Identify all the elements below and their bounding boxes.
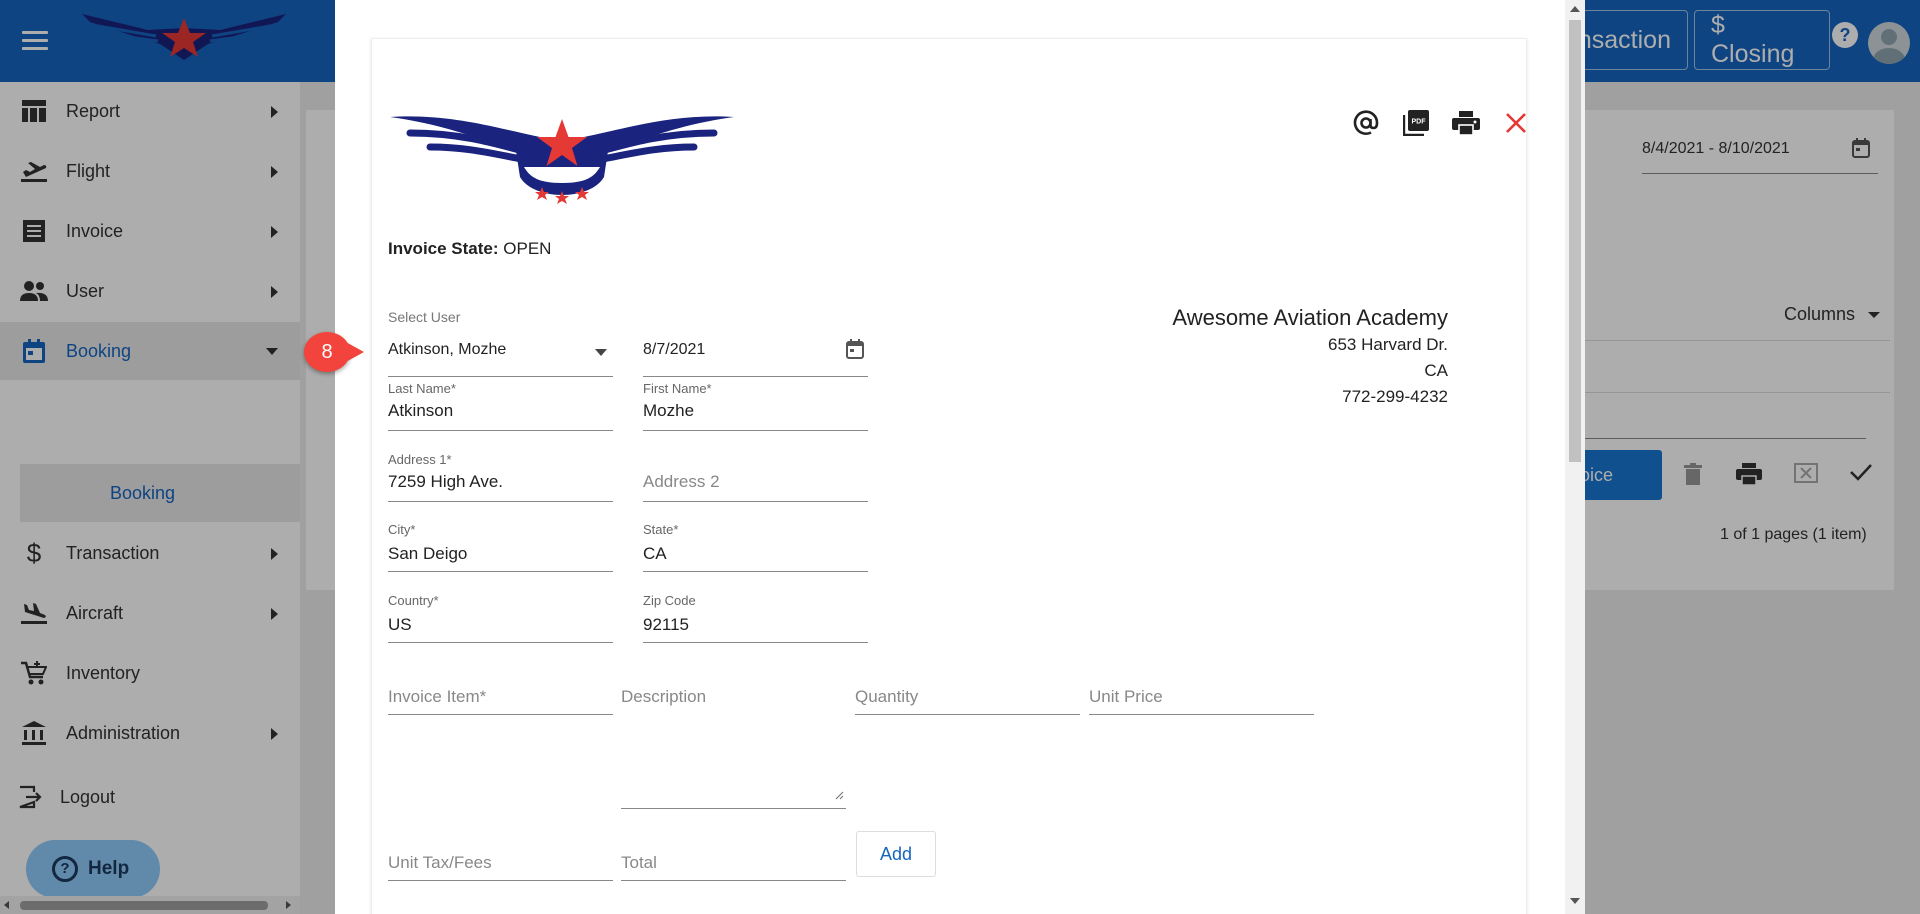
- city-field[interactable]: City* San Deigo: [388, 522, 613, 572]
- pdf-icon[interactable]: PDF: [1400, 107, 1432, 139]
- address2-field[interactable]: Address 2: [643, 452, 868, 502]
- close-icon[interactable]: [1500, 107, 1532, 139]
- address2-placeholder: Address 2: [643, 472, 720, 491]
- unit-price-placeholder: Unit Price: [1089, 687, 1163, 706]
- first-name-value: Mozhe: [643, 401, 695, 420]
- address1-value: 7259 High Ave.: [388, 472, 503, 491]
- scroll-up-icon[interactable]: [1570, 6, 1580, 12]
- invoice-state: Invoice State: OPEN: [388, 239, 551, 259]
- city-value: San Deigo: [388, 544, 468, 563]
- select-user-value: Atkinson, Mozhe: [388, 341, 507, 358]
- invoice-date-value: 8/7/2021: [643, 341, 706, 358]
- calendar-icon[interactable]: [846, 339, 864, 364]
- first-name-field[interactable]: First Name* Mozhe: [643, 381, 868, 431]
- last-name-field[interactable]: Last Name* Atkinson: [388, 381, 613, 431]
- company-address: 653 Harvard Dr.: [1328, 335, 1448, 354]
- invoice-date-field[interactable]: 8/7/2021: [643, 335, 868, 377]
- description-textarea[interactable]: Description: [621, 685, 846, 809]
- invoice-item-field[interactable]: Invoice Item*: [388, 685, 613, 715]
- country-field[interactable]: Country* US: [388, 593, 613, 643]
- invoice-item-placeholder: Invoice Item*: [388, 687, 487, 706]
- invoice-dialog: PDF Invoice State: OPEN Awesome Aviation…: [335, 0, 1585, 914]
- first-name-label: First Name*: [643, 381, 712, 396]
- invoice-card: PDF Invoice State: OPEN Awesome Aviation…: [371, 38, 1527, 914]
- country-value: US: [388, 615, 412, 634]
- state-label: State*: [643, 522, 679, 537]
- total-field[interactable]: Total: [621, 851, 846, 881]
- last-name-label: Last Name*: [388, 381, 456, 396]
- select-user-dropdown[interactable]: Select User Atkinson, Mozhe: [388, 309, 613, 377]
- print-icon[interactable]: [1450, 107, 1482, 139]
- vertical-scrollbar[interactable]: [1565, 0, 1585, 914]
- quantity-placeholder: Quantity: [855, 687, 919, 706]
- add-item-label: Add: [879, 843, 913, 864]
- unit-tax-placeholder: Unit Tax/Fees: [388, 853, 492, 872]
- resize-handle-icon[interactable]: [835, 787, 844, 805]
- address1-field[interactable]: Address 1* 7259 High Ave.: [388, 452, 613, 502]
- svg-text:PDF: PDF: [1412, 119, 1427, 126]
- zip-code-value: 92115: [643, 615, 690, 634]
- company-phone: 772-299-4232: [1342, 387, 1448, 406]
- scroll-down-icon[interactable]: [1570, 898, 1580, 904]
- unit-price-field[interactable]: Unit Price: [1089, 685, 1314, 715]
- description-placeholder: Description: [621, 687, 707, 706]
- chevron-down-icon: [595, 349, 607, 356]
- company-name: Awesome Aviation Academy: [1172, 305, 1448, 330]
- add-item-button[interactable]: Add: [856, 831, 936, 877]
- quantity-field[interactable]: Quantity: [855, 685, 1080, 715]
- unit-tax-field[interactable]: Unit Tax/Fees: [388, 851, 613, 881]
- last-name-value: Atkinson: [388, 401, 454, 420]
- select-user-label: Select User: [388, 309, 461, 325]
- email-icon[interactable]: [1350, 107, 1382, 139]
- step-number: 8: [321, 341, 333, 363]
- total-placeholder: Total: [621, 853, 657, 872]
- state-field[interactable]: State* CA: [643, 522, 868, 572]
- step-badge: 8: [304, 332, 364, 372]
- state-value: CA: [643, 544, 667, 563]
- company-logo: [390, 111, 734, 220]
- invoice-state-label: Invoice State:: [388, 239, 499, 258]
- zip-code-label: Zip Code: [643, 593, 696, 608]
- city-label: City*: [388, 522, 416, 537]
- country-label: Country*: [388, 593, 439, 608]
- zip-code-field[interactable]: Zip Code 92115: [643, 593, 868, 643]
- scrollbar-thumb[interactable]: [1569, 20, 1581, 462]
- company-state: CA: [1424, 361, 1448, 380]
- address1-label: Address 1*: [388, 452, 452, 467]
- invoice-state-value: OPEN: [503, 239, 552, 258]
